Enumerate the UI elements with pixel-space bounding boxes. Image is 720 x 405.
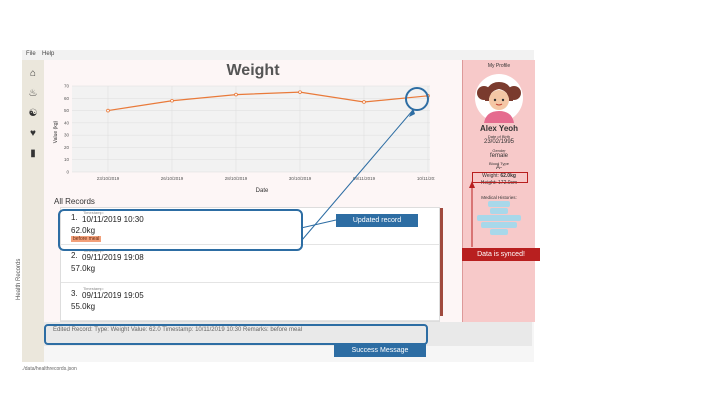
profile-weight-highlight	[472, 172, 528, 183]
updated-record-highlight	[58, 209, 303, 251]
success-message-label: Success Message	[334, 344, 426, 357]
status-message-highlight	[44, 324, 428, 345]
updated-record-label: Updated record	[336, 214, 418, 227]
data-synced-label: Data is synced!	[462, 248, 540, 261]
arrowhead-icon	[409, 108, 415, 117]
